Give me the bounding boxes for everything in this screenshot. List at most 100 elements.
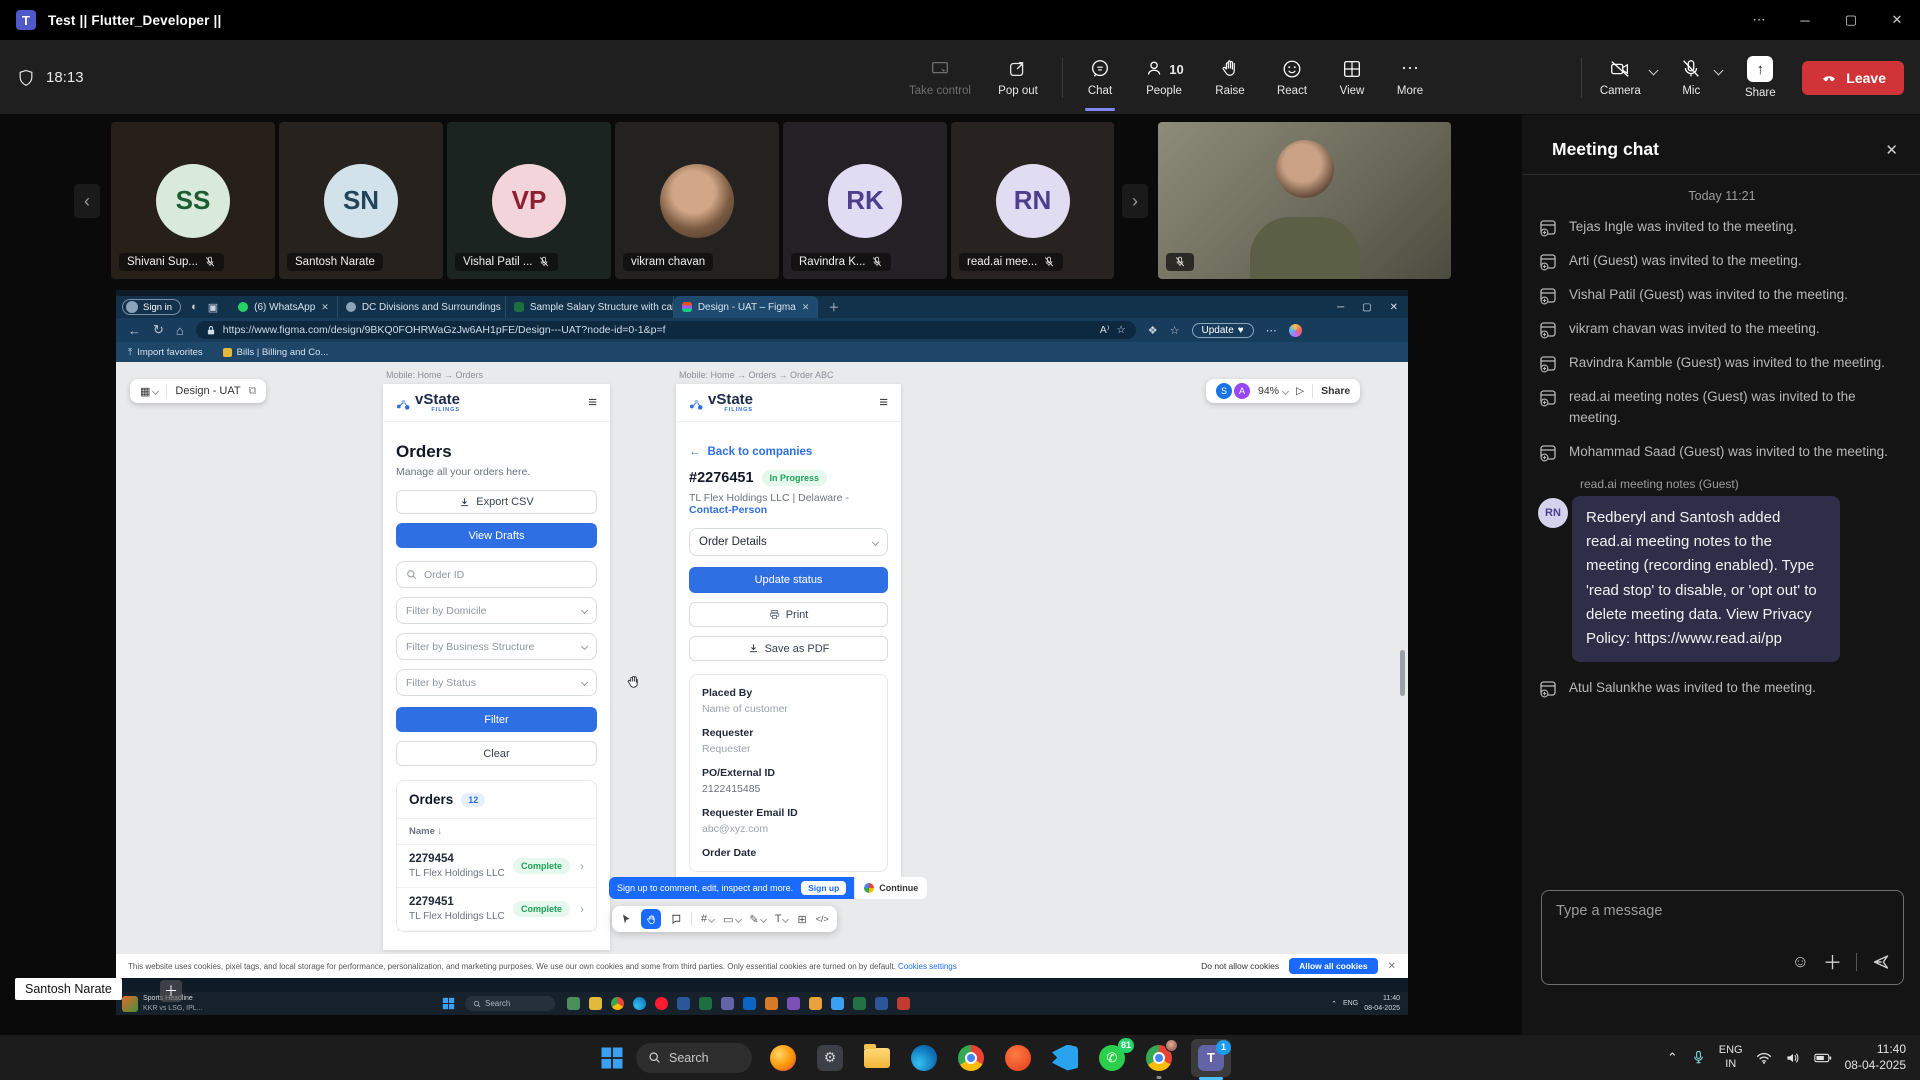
shared-start-icon[interactable] (442, 997, 455, 1010)
close-button[interactable]: ✕ (1874, 12, 1920, 28)
read-aloud-icon[interactable]: A⁾ (1100, 324, 1110, 336)
browser-maximize-icon[interactable]: ▢ (1362, 302, 1371, 313)
url-field[interactable]: https://www.figma.com/design/9BKQ0FOHRWa… (196, 321, 1136, 339)
google-continue-button[interactable]: Continue (854, 877, 927, 899)
back-to-companies-link[interactable]: ←Back to companies (689, 446, 888, 458)
presenter-add-icon[interactable]: ＋ (160, 980, 182, 1002)
order-row[interactable]: 2279451 TL Flex Holdings LLC Complete › (397, 888, 596, 931)
maximize-button[interactable]: ▢ (1828, 12, 1874, 28)
taskbar-icon-settings[interactable]: ⚙ (815, 1043, 845, 1073)
view-drafts-button[interactable]: View Drafts (396, 523, 597, 548)
cookie-close-icon[interactable]: ✕ (1388, 961, 1396, 972)
column-header[interactable]: Name ↓ (397, 819, 596, 845)
taskbar-icon-teams[interactable]: T 1 (1191, 1039, 1231, 1077)
figma-share-button[interactable]: Share (1321, 385, 1350, 397)
collaborator-avatar[interactable]: A (1234, 383, 1250, 399)
mic-button[interactable]: Mic (1667, 58, 1715, 97)
taskbar-icon-file-explorer[interactable] (862, 1043, 892, 1073)
browser-tab-active[interactable]: Design - UAT – Figma✕ (674, 296, 819, 318)
cookie-settings-link[interactable]: Cookies settings (898, 962, 957, 971)
browser-tab[interactable]: Sample Salary Structure with calc✕ (506, 296, 674, 318)
chat-message-list[interactable]: Today 11:21 Tejas Ingle was invited to t… (1522, 175, 1920, 699)
tab-close-icon[interactable]: ✕ (321, 302, 329, 313)
filter-domicile-select[interactable]: Filter by Domicile (396, 597, 597, 624)
taskbar-icon-chrome-profile[interactable] (1144, 1043, 1174, 1073)
participant-tile[interactable]: RN read.ai mee... (951, 122, 1114, 279)
refresh-icon[interactable]: ↻ (153, 322, 164, 338)
battery-icon[interactable] (1814, 1052, 1832, 1064)
participant-tile[interactable]: SS Shivani Sup... (111, 122, 275, 279)
move-tool-icon[interactable] (620, 913, 632, 925)
chat-message-input[interactable] (1542, 891, 1903, 943)
shape-tool-icon[interactable]: ▭ (723, 913, 740, 926)
favorite-star-icon[interactable]: ☆ (1116, 324, 1125, 336)
copilot-icon[interactable] (1289, 324, 1302, 337)
hamburger-menu-icon[interactable]: ≡ (879, 394, 888, 411)
hand-tool-icon[interactable] (641, 909, 661, 929)
mic-options-chevron[interactable] (1714, 66, 1724, 76)
row-chevron-icon[interactable]: › (580, 902, 584, 916)
start-button-icon[interactable] (600, 1046, 624, 1070)
canvas-scrollbar[interactable] (1400, 650, 1405, 696)
taskbar-icon-whatsapp[interactable]: ✆ 81 (1097, 1043, 1127, 1073)
taskbar-icon-brave[interactable] (1003, 1043, 1033, 1073)
import-favorites-link[interactable]: ⤒ Import favorites (128, 347, 203, 358)
order-id-search-input[interactable]: Order ID (396, 561, 597, 588)
frame-breadcrumb[interactable]: Mobile: Home → Orders (386, 370, 483, 380)
taskbar-icon-chrome[interactable] (956, 1043, 986, 1073)
filter-business-structure-select[interactable]: Filter by Business Structure (396, 633, 597, 660)
sign-up-button[interactable]: Sign up (801, 881, 846, 895)
order-row[interactable]: 2279454 TL Flex Holdings LLC Complete › (397, 845, 596, 888)
chat-button[interactable]: Chat (1071, 58, 1129, 97)
taskbar-icon-edge[interactable] (909, 1043, 939, 1073)
comment-tool-icon[interactable] (670, 913, 682, 925)
export-csv-button[interactable]: Export CSV (396, 490, 597, 514)
favorites-bar-icon[interactable]: ☆ (1170, 324, 1180, 337)
language-indicator[interactable]: ENG IN (1719, 1044, 1743, 1072)
titlebar-more-icon[interactable]: ⋯ (1736, 12, 1782, 28)
browser-sign-in-button[interactable]: Sign in (122, 299, 181, 315)
tray-chevron-up-icon[interactable]: ⌃ (1667, 1050, 1678, 1066)
news-widget[interactable]: Sports Headline KKR vs LSG, IPL... (122, 994, 292, 1012)
people-button[interactable]: 10 People (1129, 58, 1199, 97)
shared-taskbar-icons[interactable] (567, 997, 910, 1010)
deny-cookies-link[interactable]: Do not allow cookies (1201, 961, 1279, 971)
wifi-icon[interactable] (1756, 1051, 1772, 1065)
camera-button[interactable]: Camera (1590, 58, 1650, 97)
hamburger-menu-icon[interactable]: ≡ (588, 394, 597, 411)
update-status-button[interactable]: Update status (689, 567, 888, 593)
pen-tool-icon[interactable]: ✎ (750, 913, 766, 926)
leave-button[interactable]: Leave (1802, 61, 1904, 95)
raise-hand-button[interactable]: Raise (1199, 58, 1261, 97)
tab-close-icon[interactable]: ✕ (802, 302, 810, 313)
participant-tile[interactable]: vikram chavan (615, 122, 779, 279)
scroll-right-chevron-icon[interactable]: › (1122, 184, 1148, 218)
minimize-button[interactable]: ─ (1782, 13, 1828, 28)
favorite-bookmark[interactable]: Bills | Billing and Co... (223, 347, 329, 358)
pop-out-button[interactable]: Pop out (982, 58, 1054, 97)
copilot-sidebar-icon[interactable]: ◐ (191, 301, 198, 313)
browser-menu-icon[interactable]: ⋯ (1266, 324, 1277, 337)
dev-mode-icon[interactable]: </> (816, 914, 829, 924)
more-button[interactable]: ⋯ More (1381, 58, 1439, 97)
send-icon[interactable] (1871, 952, 1891, 972)
emoji-icon[interactable]: ☺ (1792, 952, 1809, 972)
workspaces-icon[interactable]: ▣ (208, 301, 218, 314)
allow-cookies-button[interactable]: Allow all cookies (1289, 958, 1378, 974)
extensions-icon[interactable]: ❖ (1148, 324, 1158, 337)
camera-options-chevron[interactable] (1649, 66, 1659, 76)
figma-menu-icon[interactable]: ▦ (140, 385, 158, 398)
taskbar-icon-firefox[interactable] (768, 1043, 798, 1073)
react-button[interactable]: React (1261, 58, 1323, 97)
browser-close-icon[interactable]: ✕ (1390, 302, 1398, 313)
print-button[interactable]: Print (689, 602, 888, 627)
order-details-select[interactable]: Order Details (689, 528, 888, 556)
frame-breadcrumb[interactable]: Mobile: Home → Orders → Order ABC (679, 370, 834, 380)
scroll-left-chevron-icon[interactable]: ‹ (74, 184, 100, 218)
participant-tile[interactable]: VP Vishal Patil ... (447, 122, 611, 279)
browser-minimize-icon[interactable]: ─ (1337, 302, 1344, 313)
view-button[interactable]: View (1323, 58, 1381, 97)
row-chevron-icon[interactable]: › (580, 859, 584, 873)
shared-search-box[interactable]: Search (465, 996, 555, 1011)
contact-person-link[interactable]: Contact-Person (689, 504, 767, 516)
